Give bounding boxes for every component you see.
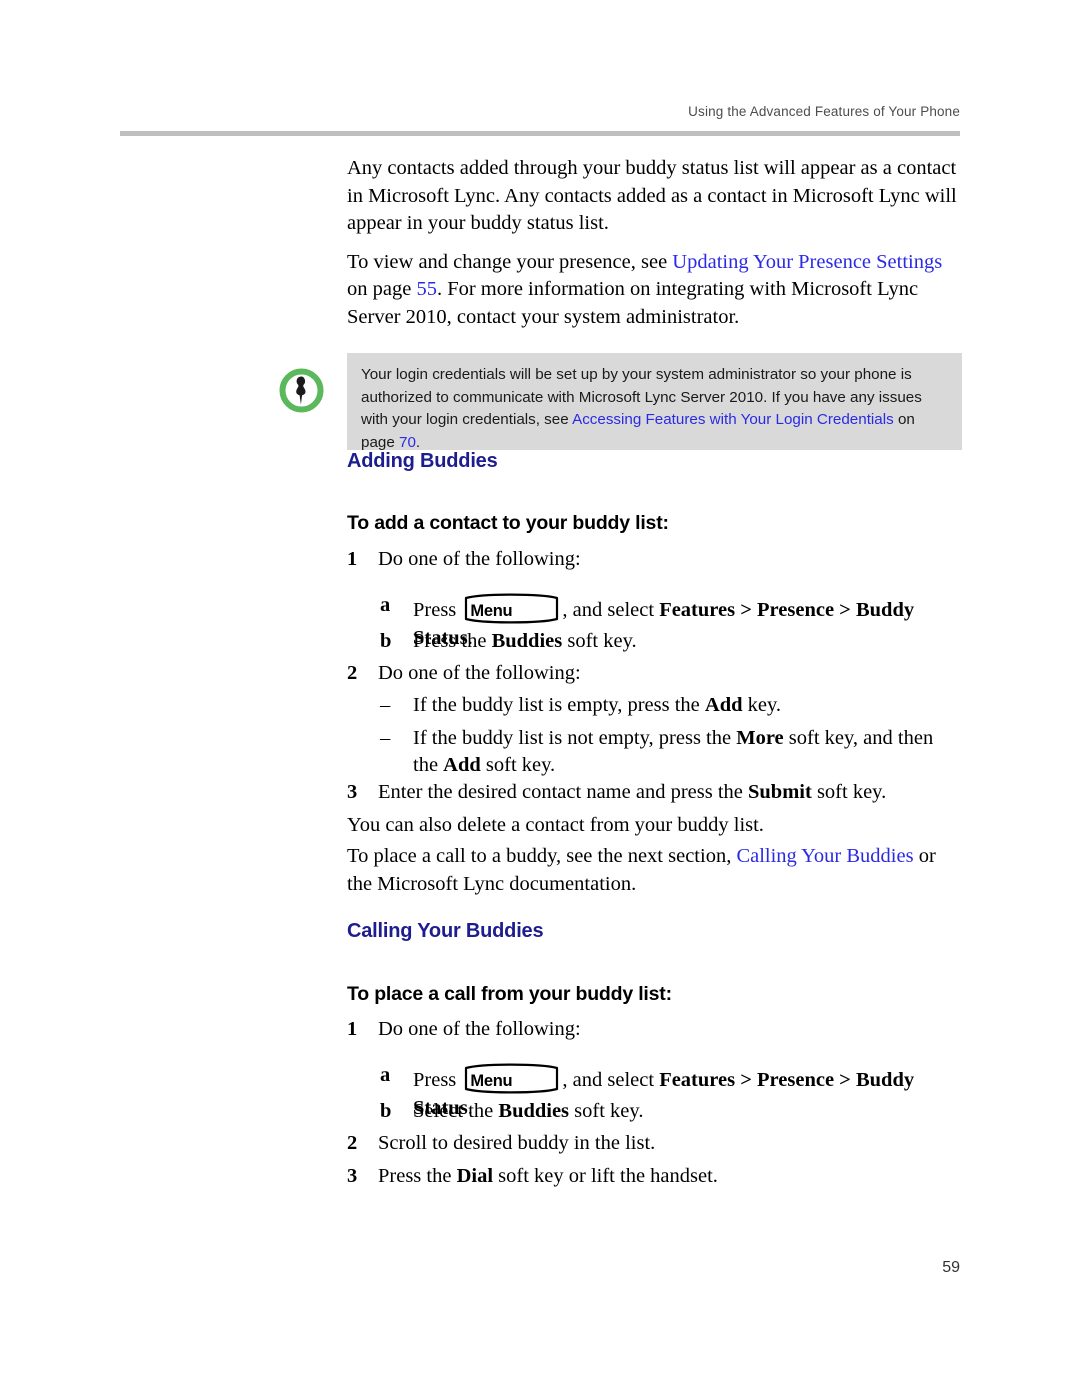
- pushpin-icon: [278, 367, 325, 414]
- substep-1b-calling: b Select the Buddies soft key.: [380, 1098, 965, 1125]
- link-updating-your-presence-settings[interactable]: Updating Your Presence Settings: [672, 251, 942, 273]
- menu-key-label: Menu: [470, 1072, 513, 1090]
- substep-after-plain: , and select: [562, 1069, 660, 1091]
- softkey-name: Buddies: [498, 1100, 570, 1122]
- dash-bullet: –: [380, 694, 391, 716]
- step-text: Enter the desired contact name and press…: [378, 779, 962, 806]
- substep-text: Press the Buddies soft key.: [413, 628, 965, 655]
- section-heading-calling-your-buddies: Calling Your Buddies: [347, 920, 544, 942]
- substep-after: soft key.: [569, 1100, 644, 1122]
- outro-before: To place a call to a buddy, see the next…: [347, 845, 737, 867]
- link-page-70[interactable]: 70: [399, 434, 416, 451]
- softkey-name-submit: Submit: [748, 781, 812, 803]
- step-2-calling: 2 Scroll to desired buddy in the list.: [347, 1130, 962, 1157]
- link-accessing-features-with-your-login-credentials[interactable]: Accessing Features with Your Login Crede…: [572, 411, 894, 428]
- softkey-name-add: Add: [443, 754, 481, 776]
- running-header: Using the Advanced Features of Your Phon…: [688, 104, 960, 119]
- step-3-calling: 3 Press the Dial soft key or lift the ha…: [347, 1163, 962, 1190]
- substep-letter: a: [380, 594, 391, 616]
- step-after: soft key or lift the handset.: [493, 1165, 718, 1187]
- step-text: Scroll to desired buddy in the list.: [378, 1132, 656, 1154]
- substep-text: Select the Buddies soft key.: [413, 1098, 965, 1125]
- dash-after: soft key.: [480, 754, 556, 776]
- dash-before: If the buddy list is empty, press the: [413, 694, 705, 716]
- section-heading-adding-buddies: Adding Buddies: [347, 450, 498, 472]
- dash-item-2-adding: – If the buddy list is not empty, press …: [380, 725, 960, 779]
- step-text: Press the Dial soft key or lift the hand…: [378, 1163, 962, 1190]
- step-before: Enter the desired contact name and press…: [378, 781, 748, 803]
- softkey-name-dial: Dial: [456, 1165, 494, 1187]
- link-page-55[interactable]: 55: [416, 278, 437, 300]
- substep-before: Press: [413, 1069, 462, 1091]
- softkey-name: Buddies: [491, 630, 563, 652]
- header-rule: [120, 131, 960, 136]
- step-1-calling: 1 Do one of the following:: [347, 1016, 962, 1043]
- link-calling-your-buddies[interactable]: Calling Your Buddies: [736, 845, 913, 867]
- key-name: Add: [704, 694, 743, 716]
- dash-after: key.: [742, 694, 782, 716]
- substep-after: soft key.: [562, 630, 637, 652]
- step-text: Do one of the following:: [378, 1018, 581, 1040]
- substep-before: Select the: [413, 1100, 499, 1122]
- softkey-name-more: More: [736, 727, 784, 749]
- step-number: 3: [347, 781, 358, 803]
- adding-outro-paragraph-2: To place a call to a buddy, see the next…: [347, 843, 962, 898]
- dash-bullet: –: [380, 727, 391, 749]
- step-text: Do one of the following:: [378, 548, 581, 570]
- menu-key-label: Menu: [470, 602, 513, 620]
- dash-item-1-adding: – If the buddy list is empty, press the …: [380, 692, 960, 719]
- step-3-adding: 3 Enter the desired contact name and pre…: [347, 779, 962, 806]
- step-number: 1: [347, 1018, 358, 1040]
- subheading-to-add-a-contact: To add a contact to your buddy list:: [347, 512, 669, 534]
- step-1-adding: 1 Do one of the following:: [347, 546, 962, 573]
- step-number: 3: [347, 1165, 358, 1187]
- substep-1b-adding: b Press the Buddies soft key.: [380, 628, 965, 655]
- intro-paragraph-2: To view and change your presence, see Up…: [347, 249, 962, 332]
- substep-letter: a: [380, 1064, 391, 1086]
- adding-outro-paragraph-1: You can also delete a contact from your …: [347, 814, 764, 836]
- note-text-after: .: [415, 433, 421, 451]
- subheading-to-place-a-call: To place a call from your buddy list:: [347, 983, 672, 1005]
- intro-p2-before: To view and change your presence, see: [347, 250, 673, 273]
- menu-key-graphic[interactable]: Menu: [463, 1062, 560, 1095]
- step-number: 1: [347, 548, 358, 570]
- page-content: Any contacts added through your buddy st…: [279, 155, 962, 451]
- intro-paragraph-1: Any contacts added through your buddy st…: [347, 157, 957, 234]
- dash-before: If the buddy list is not empty, press th…: [413, 727, 737, 749]
- dash-item-text: If the buddy list is not empty, press th…: [413, 725, 960, 779]
- note-callout: Your login credentials will be set up by…: [279, 353, 962, 451]
- step-before: Press the: [378, 1165, 457, 1187]
- step-after: soft key.: [811, 781, 887, 803]
- substep-before: Press the: [413, 630, 492, 652]
- step-number: 2: [347, 1132, 358, 1154]
- step-2-adding: 2 Do one of the following:: [347, 660, 962, 687]
- substep-letter: b: [380, 1100, 392, 1122]
- step-text: Do one of the following:: [378, 662, 581, 684]
- step-number: 2: [347, 662, 358, 684]
- note-text: Your login credentials will be set up by…: [361, 364, 946, 454]
- substep-after-plain: , and select: [562, 599, 660, 621]
- page-number: 59: [942, 1259, 960, 1276]
- intro-p2-mid: on page: [347, 278, 417, 300]
- dash-item-text: If the buddy list is empty, press the Ad…: [413, 692, 960, 719]
- substep-before: Press: [413, 599, 462, 621]
- menu-key-graphic[interactable]: Menu: [463, 592, 560, 625]
- document-page: Using the Advanced Features of Your Phon…: [0, 0, 1080, 1397]
- substep-letter: b: [380, 630, 392, 652]
